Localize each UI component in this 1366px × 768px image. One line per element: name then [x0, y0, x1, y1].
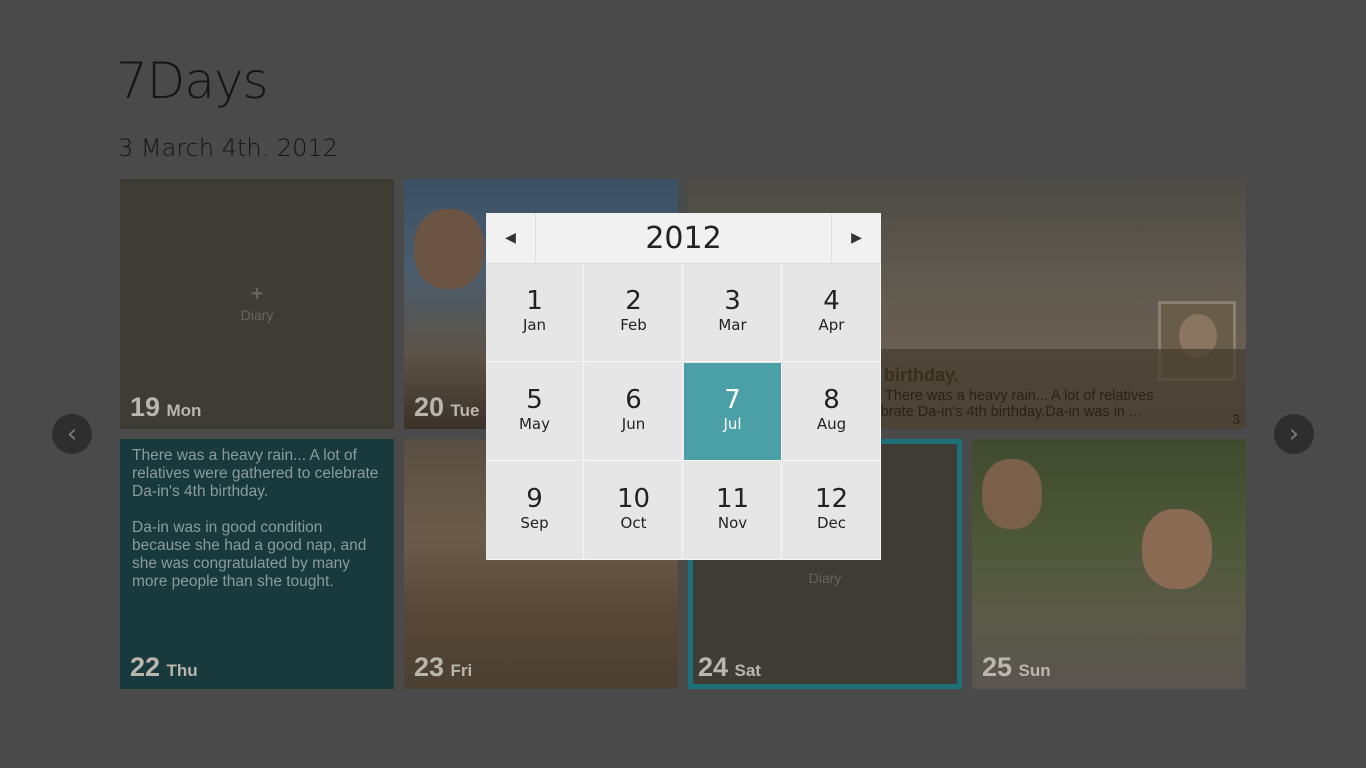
day-tile-25[interactable]: 25 Sun	[972, 439, 1246, 689]
add-diary[interactable]: Diary	[693, 570, 957, 588]
triangle-right-icon: ▶	[851, 230, 862, 246]
photo	[1142, 509, 1212, 589]
next-year-button[interactable]: ▶	[831, 213, 881, 263]
day-tile-19[interactable]: + Diary 19 Mon	[120, 179, 394, 429]
picker-header: ◀ 2012 ▶	[486, 213, 881, 264]
day-label: 24 Sat	[698, 652, 761, 682]
day-label: 20 Tue	[414, 392, 480, 422]
month-cell[interactable]: 12 Dec	[783, 462, 881, 560]
day-label: 22 Thu	[130, 652, 198, 682]
diary-text: There was a heavy rain... A lot of relat…	[132, 447, 379, 500]
photo-count: 3	[1232, 411, 1240, 427]
plus-icon: +	[250, 281, 264, 306]
month-cell[interactable]: 6 Jun	[585, 363, 683, 461]
app-title: 7Days	[116, 52, 269, 110]
chevron-left-icon[interactable]: ‹	[52, 414, 92, 454]
add-diary[interactable]: + Diary	[120, 281, 394, 325]
prev-year-button[interactable]: ◀	[486, 213, 536, 263]
photo	[982, 459, 1042, 529]
story-text: rthday. There was a heavy rain... A lot …	[838, 388, 1154, 420]
chevron-right-icon[interactable]: ›	[1274, 414, 1314, 454]
day-label: 19 Mon	[130, 392, 202, 422]
month-grid: 1 Jan 2 Feb 3 Mar 4 Apr 5 May 6 Jun 7 Jul 8 Aug …	[486, 264, 881, 560]
month-picker: ◀ 2012 ▶ 1 Jan 2 Feb 3 Mar 4 Apr 5 May 6 Jun 7…	[486, 213, 881, 560]
photo	[414, 209, 484, 289]
month-cell[interactable]: 8 Aug	[783, 363, 881, 461]
month-cell[interactable]: 2 Feb	[585, 264, 683, 362]
month-cell-selected[interactable]: 7 Jul	[684, 363, 782, 461]
month-cell[interactable]: 1 Jan	[486, 264, 584, 362]
month-cell[interactable]: 10 Oct	[585, 462, 683, 560]
month-cell[interactable]: 9 Sep	[486, 462, 584, 560]
page-subtitle: 3 March 4th. 2012	[118, 134, 338, 162]
diary-text: Da-in was in good condition because she …	[132, 519, 367, 590]
picker-year: 2012	[645, 220, 722, 256]
day-tile-22[interactable]: There was a heavy rain... A lot of relat…	[120, 439, 394, 689]
month-cell[interactable]: 3 Mar	[684, 264, 782, 362]
day-label: 25 Sun	[982, 652, 1051, 682]
month-cell[interactable]: 11 Nov	[684, 462, 782, 560]
month-cell[interactable]: 5 May	[486, 363, 584, 461]
day-label: 23 Fri	[414, 652, 473, 682]
triangle-left-icon: ◀	[505, 230, 516, 246]
story-title: birthday.	[884, 365, 959, 385]
month-cell[interactable]: 4 Apr	[783, 264, 881, 362]
